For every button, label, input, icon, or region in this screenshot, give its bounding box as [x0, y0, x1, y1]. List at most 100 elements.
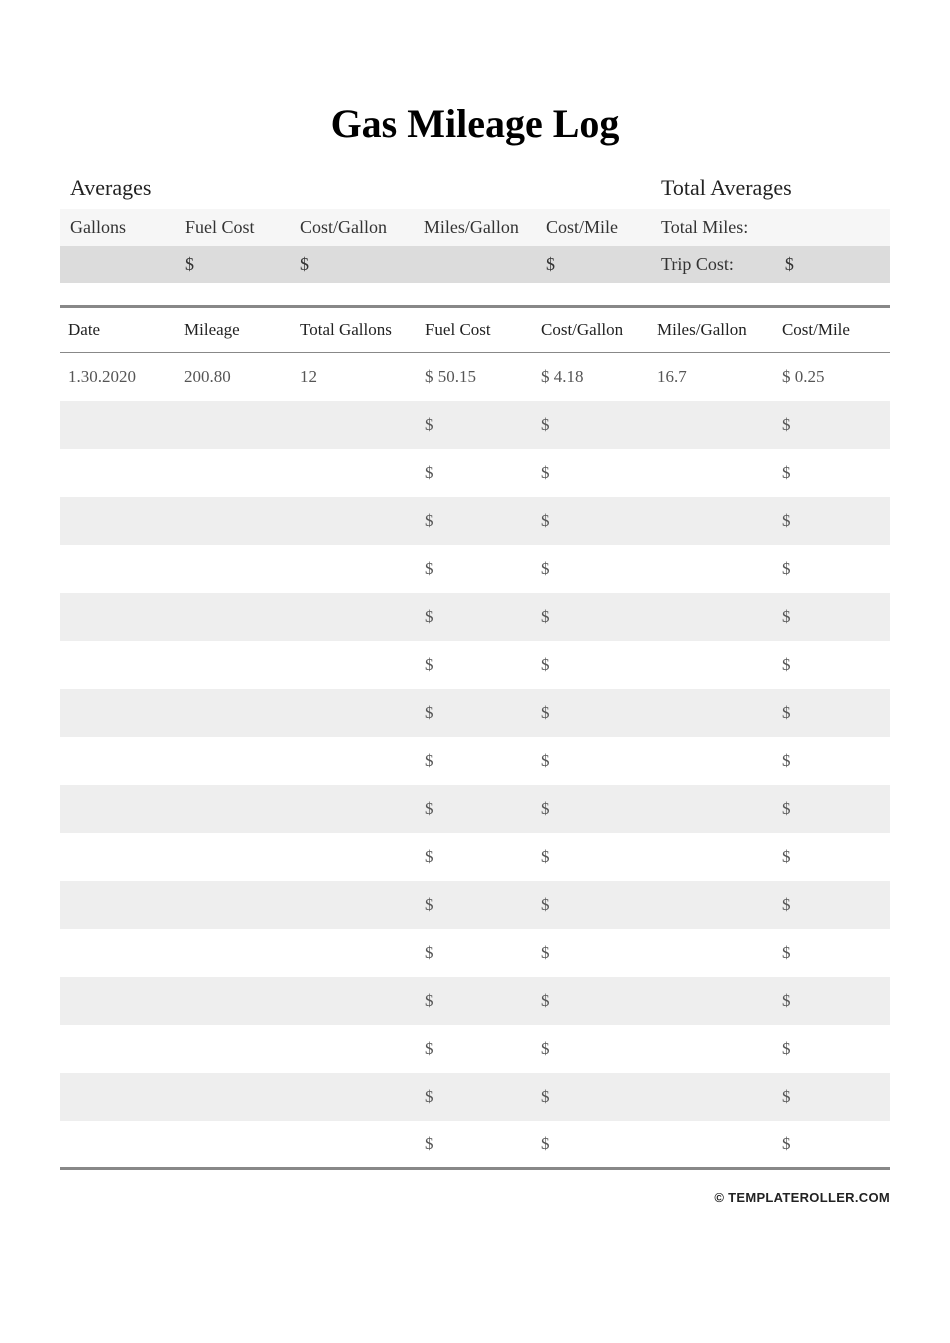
cell-cost_gallon: $ — [533, 737, 649, 785]
cell-total_gallons — [292, 497, 417, 545]
table-row: 1.30.2020200.8012$ 50.15$ 4.1816.7$ 0.25 — [60, 353, 890, 401]
cell-fuel_cost: $ — [417, 977, 533, 1025]
table-row: $$$ — [60, 401, 890, 449]
table-row: $$$ — [60, 1025, 890, 1073]
cell-date — [60, 1121, 176, 1169]
cell-mileage — [176, 881, 292, 929]
table-row: $$$ — [60, 449, 890, 497]
cell-miles_gallon: 16.7 — [649, 353, 774, 401]
cell-cost_mile: $ — [774, 977, 890, 1025]
cell-cost_gallon: $ — [533, 833, 649, 881]
cell-total_gallons — [292, 449, 417, 497]
cell-cost_mile: $ — [774, 449, 890, 497]
cell-fuel_cost: $ — [417, 929, 533, 977]
cell-miles_gallon — [649, 785, 774, 833]
log-header-date: Date — [60, 307, 176, 353]
total-averages-heading: Total Averages — [651, 167, 890, 209]
cell-total_gallons — [292, 401, 417, 449]
cell-fuel_cost: $ — [417, 593, 533, 641]
cell-date — [60, 737, 176, 785]
cell-cost_mile: $ — [774, 785, 890, 833]
cell-cost_mile: $ — [774, 881, 890, 929]
avg-value-miles-gallon — [414, 246, 536, 283]
cell-cost_gallon: $ — [533, 1025, 649, 1073]
cell-fuel_cost: $ — [417, 449, 533, 497]
cell-cost_gallon: $ — [533, 545, 649, 593]
cell-cost_gallon: $ — [533, 785, 649, 833]
table-row: $$$ — [60, 833, 890, 881]
avg-header-cost-mile: Cost/Mile — [536, 209, 651, 246]
cell-cost_mile: $ — [774, 545, 890, 593]
cell-date — [60, 401, 176, 449]
cell-miles_gallon — [649, 1121, 774, 1169]
cell-mileage — [176, 545, 292, 593]
cell-date — [60, 833, 176, 881]
log-header-cost-gallon: Cost/Gallon — [533, 307, 649, 353]
log-header-miles-gallon: Miles/Gallon — [649, 307, 774, 353]
cell-cost_mile: $ — [774, 641, 890, 689]
table-row: $$$ — [60, 881, 890, 929]
cell-mileage — [176, 593, 292, 641]
cell-mileage — [176, 977, 292, 1025]
table-row: $$$ — [60, 497, 890, 545]
cell-cost_mile: $ — [774, 593, 890, 641]
cell-total_gallons — [292, 785, 417, 833]
cell-mileage — [176, 1073, 292, 1121]
cell-date — [60, 449, 176, 497]
cell-cost_gallon: $ — [533, 497, 649, 545]
cell-fuel_cost: $ — [417, 641, 533, 689]
cell-cost_gallon: $ — [533, 449, 649, 497]
cell-total_gallons — [292, 1073, 417, 1121]
cell-date — [60, 545, 176, 593]
table-row: $$$ — [60, 593, 890, 641]
cell-cost_gallon: $ 4.18 — [533, 353, 649, 401]
log-header-mileage: Mileage — [176, 307, 292, 353]
cell-miles_gallon — [649, 1025, 774, 1073]
cell-cost_mile: $ — [774, 689, 890, 737]
cell-cost_gallon: $ — [533, 977, 649, 1025]
cell-date — [60, 881, 176, 929]
cell-miles_gallon — [649, 881, 774, 929]
log-header-total-gallons: Total Gallons — [292, 307, 417, 353]
avg-value-cost-mile: $ — [536, 246, 651, 283]
table-row: $$$ — [60, 737, 890, 785]
cell-fuel_cost: $ — [417, 785, 533, 833]
cell-total_gallons — [292, 1025, 417, 1073]
cell-fuel_cost: $ — [417, 497, 533, 545]
cell-total_gallons — [292, 977, 417, 1025]
cell-cost_mile: $ — [774, 1121, 890, 1169]
total-miles-label: Total Miles: — [651, 209, 775, 246]
cell-date — [60, 1073, 176, 1121]
cell-mileage — [176, 1121, 292, 1169]
cell-mileage — [176, 1025, 292, 1073]
log-table: Date Mileage Total Gallons Fuel Cost Cos… — [60, 305, 890, 1170]
cell-miles_gallon — [649, 641, 774, 689]
cell-miles_gallon — [649, 929, 774, 977]
cell-date: 1.30.2020 — [60, 353, 176, 401]
cell-cost_gallon: $ — [533, 401, 649, 449]
cell-cost_gallon: $ — [533, 1073, 649, 1121]
trip-cost-label: Trip Cost: — [651, 246, 775, 283]
cell-mileage — [176, 833, 292, 881]
cell-total_gallons — [292, 1121, 417, 1169]
cell-cost_mile: $ — [774, 1025, 890, 1073]
avg-header-fuel-cost: Fuel Cost — [175, 209, 290, 246]
cell-fuel_cost: $ — [417, 881, 533, 929]
cell-fuel_cost: $ 50.15 — [417, 353, 533, 401]
cell-total_gallons: 12 — [292, 353, 417, 401]
cell-mileage — [176, 689, 292, 737]
cell-total_gallons — [292, 929, 417, 977]
cell-cost_gallon: $ — [533, 1121, 649, 1169]
cell-fuel_cost: $ — [417, 401, 533, 449]
page-title: Gas Mileage Log — [60, 100, 890, 147]
cell-mileage: 200.80 — [176, 353, 292, 401]
cell-total_gallons — [292, 641, 417, 689]
cell-total_gallons — [292, 833, 417, 881]
cell-miles_gallon — [649, 593, 774, 641]
cell-cost_mile: $ — [774, 1073, 890, 1121]
cell-fuel_cost: $ — [417, 833, 533, 881]
cell-cost_mile: $ — [774, 833, 890, 881]
table-row: $$$ — [60, 641, 890, 689]
table-row: $$$ — [60, 1073, 890, 1121]
cell-fuel_cost: $ — [417, 1073, 533, 1121]
